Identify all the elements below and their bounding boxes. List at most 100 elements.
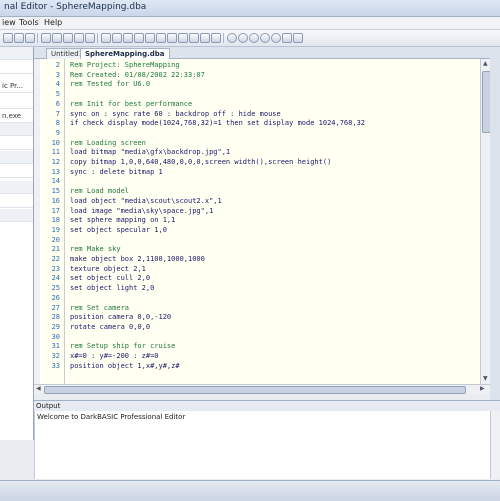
code-line[interactable]: make object box 2,1100,1000,1000: [70, 255, 205, 263]
line-number: 4: [55, 80, 60, 89]
scroll-right-arrow-icon[interactable]: ▶: [480, 385, 485, 392]
code-line[interactable]: load image "media\sky\space.jpg",1: [70, 207, 213, 215]
prev-bookmark-icon[interactable]: [189, 33, 199, 43]
code-line[interactable]: sync on : sync rate 60 : backdrop off : …: [70, 110, 281, 118]
code-line[interactable]: texture object 2,1: [70, 265, 146, 273]
line-number: 5: [55, 90, 60, 99]
toolbar-divider: [97, 33, 98, 43]
run-icon[interactable]: [238, 33, 248, 43]
line-number: 11: [51, 148, 60, 157]
toolbar-divider: [37, 33, 38, 43]
code-line[interactable]: rem Set camera: [70, 304, 129, 312]
panel-row[interactable]: [0, 181, 33, 194]
code-line[interactable]: sync : delete bitmap 1: [70, 168, 163, 176]
new-file-icon[interactable]: [3, 33, 13, 43]
line-number: 8: [55, 119, 60, 128]
panel-item-project[interactable]: ic Pr...: [0, 80, 33, 93]
code-line[interactable]: rem Make sky: [70, 245, 121, 253]
bookmark-icon[interactable]: [167, 33, 177, 43]
clear-bookmark-icon[interactable]: [200, 33, 210, 43]
editor-horizontal-scrollbar[interactable]: ◀ ▶: [34, 384, 490, 394]
code-line[interactable]: x#=0 : y#=-200 : z#=0: [70, 352, 159, 360]
line-number: 7: [55, 109, 60, 118]
line-number: 9: [55, 128, 60, 137]
line-number: 15: [51, 187, 60, 196]
line-number: 18: [51, 216, 60, 225]
output-vertical-scrollbar[interactable]: [490, 411, 500, 479]
comment-icon[interactable]: [145, 33, 155, 43]
status-bar: [0, 480, 500, 501]
panel-row[interactable]: [0, 151, 33, 164]
code-line[interactable]: set sphere mapping on 1,1: [70, 216, 175, 224]
code-line[interactable]: rem Load model: [70, 187, 129, 195]
code-line[interactable]: set object cull 2,0: [70, 274, 150, 282]
code-line[interactable]: set object specular 1,0: [70, 226, 167, 234]
line-number: 6: [55, 99, 60, 108]
line-number: 28: [51, 313, 60, 322]
line-number: 31: [51, 342, 60, 351]
line-number: 13: [51, 167, 60, 176]
stop-icon[interactable]: [271, 33, 281, 43]
tab-spheremapping[interactable]: SphereMapping.dba: [80, 48, 170, 59]
code-line[interactable]: Rem Created: 01/08/2002 22:33:07: [70, 71, 205, 79]
line-number: 2: [55, 61, 60, 69]
menu-help[interactable]: Help: [44, 18, 62, 27]
code-line[interactable]: rem Tested for U6.0: [70, 80, 150, 88]
code-line[interactable]: rotate camera 0,0,0: [70, 323, 150, 331]
settings-icon[interactable]: [293, 33, 303, 43]
help-icon[interactable]: [211, 33, 221, 43]
panel-row[interactable]: [0, 195, 33, 208]
panel-row[interactable]: [0, 61, 33, 74]
panel-row[interactable]: [0, 123, 33, 136]
panel-item-exe[interactable]: n.exe: [0, 110, 33, 123]
build-exe-icon[interactable]: [282, 33, 292, 43]
line-number: 27: [51, 303, 60, 312]
line-number: 26: [51, 293, 60, 302]
panel-row[interactable]: [0, 165, 33, 178]
line-number: 20: [51, 235, 60, 244]
undo-icon[interactable]: [74, 33, 84, 43]
step-icon[interactable]: [249, 33, 259, 43]
code-editor[interactable]: 2 3 4 5 6 7 8 9 10 11 12 13 14 15 16 17 18 19 20 21 22 23 24 25…: [34, 59, 480, 384]
scroll-down-arrow-icon[interactable]: ▼: [483, 375, 488, 382]
indent-icon[interactable]: [123, 33, 133, 43]
open-folder-icon[interactable]: [14, 33, 24, 43]
toolbar-divider: [223, 33, 224, 43]
output-line: Welcome to DarkBASIC Professional Editor: [37, 413, 186, 421]
code-line[interactable]: position camera 0,0,-120: [70, 313, 171, 321]
replace-icon[interactable]: [112, 33, 122, 43]
next-bookmark-icon[interactable]: [178, 33, 188, 43]
code-line[interactable]: position object 1,x#,y#,z#: [70, 362, 180, 370]
copy-icon[interactable]: [52, 33, 62, 43]
line-number: 22: [51, 255, 60, 263]
uncomment-icon[interactable]: [156, 33, 166, 43]
save-icon[interactable]: [25, 33, 35, 43]
panel-row[interactable]: [0, 96, 33, 109]
code-line[interactable]: load object "media\scout\scout2.x",1: [70, 197, 222, 205]
code-line[interactable]: copy bitmap 1,0,0,640,480,0,0,0,screen w…: [70, 158, 331, 166]
find-icon[interactable]: [101, 33, 111, 43]
cut-icon[interactable]: [41, 33, 51, 43]
panel-row[interactable]: [0, 209, 33, 222]
code-line[interactable]: Rem Project: SphereMapping: [70, 61, 180, 69]
code-line[interactable]: rem Init for best performance: [70, 100, 192, 108]
scroll-up-arrow-icon[interactable]: ▲: [483, 60, 488, 67]
code-line[interactable]: rem Setup ship for cruise: [70, 342, 175, 350]
code-line[interactable]: if check display mode(1024,768,32)=1 the…: [70, 119, 365, 127]
outdent-icon[interactable]: [134, 33, 144, 43]
code-line[interactable]: set object light 2,0: [70, 284, 154, 292]
project-panel: ic Pr... n.exe: [0, 47, 34, 440]
compile-icon[interactable]: [227, 33, 237, 43]
code-line[interactable]: load bitmap "media\gfx\backdrop.jpg",1: [70, 148, 230, 156]
menu-tools[interactable]: Tools: [19, 18, 39, 27]
line-number: 16: [51, 196, 60, 205]
editor-horizontal-thumb[interactable]: [44, 386, 466, 394]
debug-icon[interactable]: [260, 33, 270, 43]
output-panel[interactable]: Welcome to DarkBASIC Professional Editor: [34, 411, 491, 479]
menu-view[interactable]: iew: [2, 18, 16, 27]
scroll-left-arrow-icon[interactable]: ◀: [36, 385, 41, 392]
panel-row[interactable]: [0, 137, 33, 150]
code-line[interactable]: rem Loading screen: [70, 139, 146, 147]
redo-icon[interactable]: [85, 33, 95, 43]
paste-icon[interactable]: [63, 33, 73, 43]
